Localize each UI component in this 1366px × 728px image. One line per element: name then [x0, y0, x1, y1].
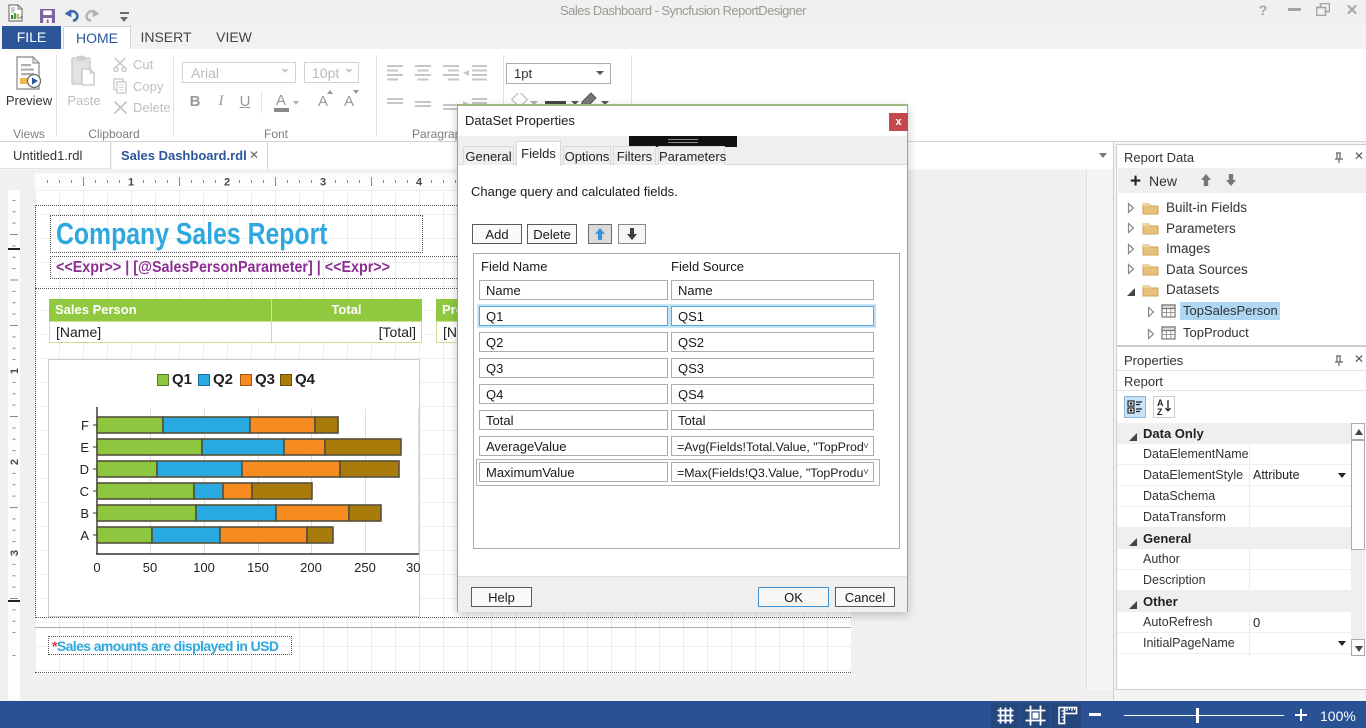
- svg-text:2: 2: [9, 459, 20, 465]
- svg-text:Z: Z: [1157, 407, 1163, 417]
- svg-text:1: 1: [128, 177, 134, 189]
- svg-text:100: 100: [193, 560, 215, 575]
- svg-text:E: E: [80, 440, 89, 455]
- svg-text:F: F: [81, 418, 89, 433]
- svg-text:C: C: [80, 484, 89, 499]
- svg-text:4: 4: [416, 177, 423, 189]
- svg-text:3: 3: [320, 177, 326, 189]
- svg-text:3: 3: [9, 550, 20, 556]
- svg-text:50: 50: [143, 560, 157, 575]
- svg-text:1: 1: [9, 368, 20, 374]
- svg-text:B: B: [80, 506, 89, 521]
- svg-text:30: 30: [406, 560, 420, 575]
- svg-text:D: D: [80, 462, 89, 477]
- svg-text:250: 250: [354, 560, 376, 575]
- svg-text:2: 2: [224, 177, 230, 189]
- svg-text:A: A: [80, 528, 89, 543]
- svg-text:150: 150: [247, 560, 269, 575]
- svg-text:200: 200: [300, 560, 322, 575]
- svg-text:0: 0: [93, 560, 100, 575]
